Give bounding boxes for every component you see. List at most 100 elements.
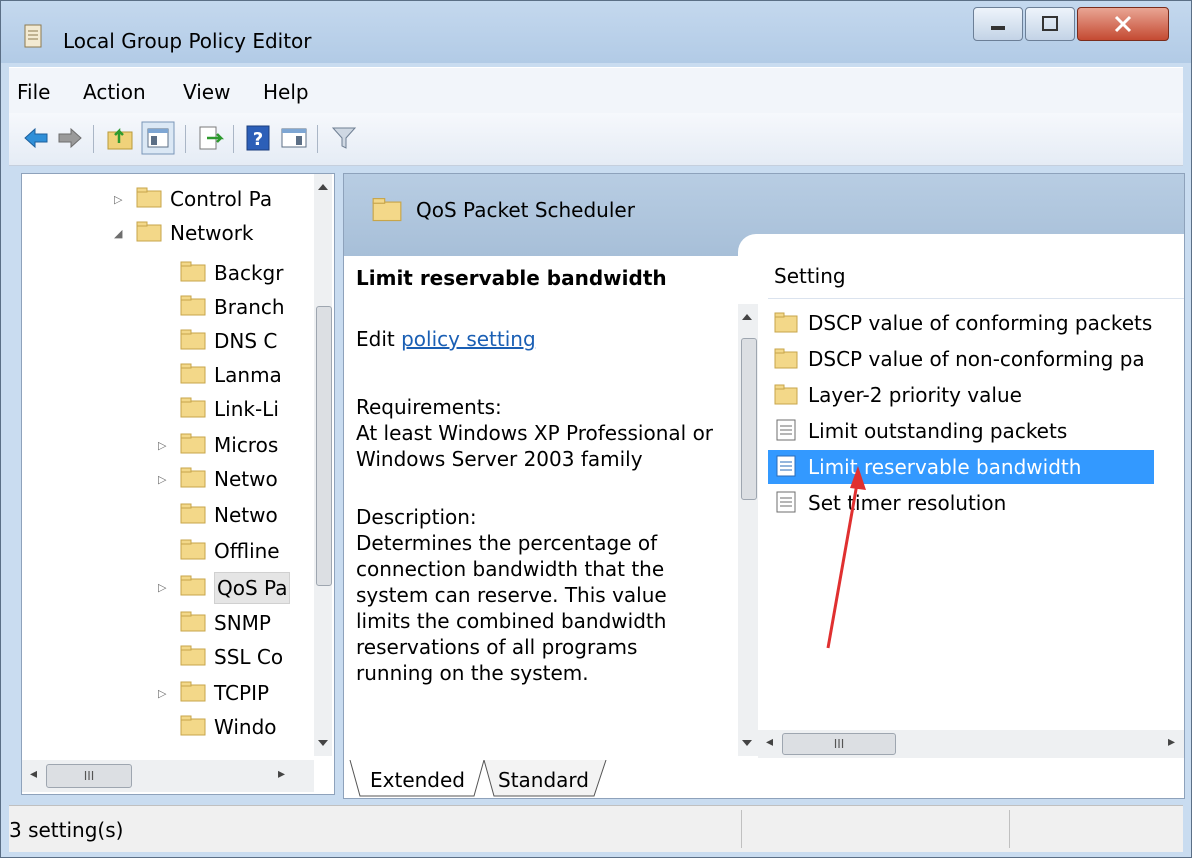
group-policy-editor-window: Local Group Policy Editor File Action Vi…: [0, 0, 1192, 858]
close-button[interactable]: [1077, 7, 1169, 41]
list-item-label: DSCP value of conforming packets: [808, 311, 1153, 335]
folder-icon: [180, 503, 206, 524]
show-hide-console-tree-icon[interactable]: [141, 121, 175, 155]
console-tree: ▷ Control Pa ◢ Network Backgr Branch DNS…: [21, 173, 335, 795]
tab-extended[interactable]: Extended: [370, 768, 465, 792]
expand-icon[interactable]: ▷: [158, 687, 166, 700]
folder-icon: [180, 681, 206, 702]
expand-icon[interactable]: ▷: [114, 193, 122, 206]
menu-file[interactable]: File: [17, 80, 50, 104]
policy-editor-icon: [24, 24, 42, 48]
status-divider: [741, 810, 742, 848]
help-icon[interactable]: ?: [243, 123, 273, 153]
tree-item-label: Control Pa: [170, 187, 273, 211]
forward-icon[interactable]: [55, 123, 85, 153]
toolbar-separator: [233, 125, 234, 153]
close-icon: [1114, 15, 1132, 33]
tree-item-label: TCPIP: [214, 681, 270, 705]
scroll-left-icon[interactable]: ◂: [30, 766, 37, 782]
policy-setting-icon: [776, 491, 796, 513]
tree-item-label: Link-Li: [214, 397, 279, 421]
tree-vertical-scrollbar[interactable]: [314, 174, 332, 756]
scroll-thumb[interactable]: III: [46, 764, 132, 788]
folder-icon: [180, 645, 206, 666]
tree-item-label: Netwo: [214, 503, 278, 527]
folder-icon: [180, 261, 206, 282]
back-icon[interactable]: [21, 123, 51, 153]
menu-view[interactable]: View: [183, 80, 230, 104]
tree-item-label: Micros: [214, 433, 279, 457]
minimize-button[interactable]: [973, 7, 1023, 41]
folder-icon: [180, 539, 206, 560]
menu-help[interactable]: Help: [263, 80, 309, 104]
folder-icon: [180, 397, 206, 418]
maximize-button[interactable]: [1025, 7, 1075, 41]
description-text: Determines the percentage of connection …: [356, 531, 667, 685]
folder-icon: [774, 348, 798, 369]
settings-list: Setting DSCP value of conforming packets…: [738, 234, 1184, 798]
folder-icon: [136, 187, 162, 208]
menu-bar: File Action View Help: [9, 67, 1183, 114]
status-text: 3 setting(s): [9, 818, 124, 842]
folder-icon: [180, 575, 206, 596]
folder-icon: [180, 329, 206, 350]
export-list-icon[interactable]: [195, 123, 225, 153]
tab-standard[interactable]: Standard: [498, 768, 589, 792]
maximize-icon: [1042, 16, 1058, 31]
scroll-down-icon[interactable]: [318, 740, 328, 746]
svg-text:?: ?: [253, 129, 263, 150]
tree-item-label: Network: [170, 221, 254, 245]
red-arrow-annotation: [826, 466, 866, 649]
scroll-right-icon[interactable]: ▸: [1168, 734, 1175, 750]
minimize-icon: [991, 26, 1005, 30]
show-hide-action-pane-icon[interactable]: [279, 123, 309, 153]
tree-item-label: Branch: [214, 295, 285, 319]
status-bar: 3 setting(s): [9, 805, 1183, 852]
policy-setting-icon: [776, 455, 796, 477]
up-folder-icon[interactable]: [105, 123, 135, 153]
folder-icon: [180, 467, 206, 488]
tree-item-label: SSL Co: [214, 645, 284, 669]
expand-icon[interactable]: ▷: [158, 581, 166, 594]
scroll-up-icon[interactable]: [742, 314, 752, 320]
tree-item-label: Windo: [214, 715, 277, 739]
scroll-down-icon[interactable]: [742, 740, 752, 746]
requirements-label: Requirements:: [356, 395, 502, 419]
selected-setting-name: Limit reservable bandwidth: [356, 266, 667, 290]
collapse-icon[interactable]: ◢: [114, 227, 122, 240]
list-horizontal-scrollbar[interactable]: ◂ III ▸: [758, 730, 1184, 758]
scroll-right-icon[interactable]: ▸: [278, 766, 285, 782]
scroll-left-icon[interactable]: ◂: [766, 734, 773, 750]
list-item-label: Limit outstanding packets: [808, 419, 1068, 443]
folder-icon: [180, 295, 206, 316]
toolbar-separator: [317, 125, 318, 153]
policy-setting-icon: [776, 419, 796, 441]
column-header-setting[interactable]: Setting: [774, 264, 846, 288]
scroll-thumb[interactable]: [316, 306, 332, 586]
folder-icon: [180, 715, 206, 736]
folder-icon: [774, 312, 798, 333]
policy-setting-link[interactable]: policy setting: [401, 327, 536, 351]
title-bar[interactable]: Local Group Policy Editor: [1, 1, 1191, 63]
tree-item-label: SNMP: [214, 611, 271, 635]
tree-item-label: QoS Pa: [214, 572, 291, 604]
toolbar-separator: [185, 125, 186, 153]
description-label: Description:: [356, 505, 477, 529]
folder-icon: [180, 611, 206, 632]
expand-icon[interactable]: ▷: [158, 473, 166, 486]
scroll-thumb[interactable]: [741, 338, 757, 500]
tree-item-label: Backgr: [214, 261, 284, 285]
expand-icon[interactable]: ▷: [158, 439, 166, 452]
tree-horizontal-scrollbar[interactable]: ◂ III ▸: [22, 760, 314, 792]
filter-icon[interactable]: [329, 123, 359, 153]
window-title: Local Group Policy Editor: [63, 29, 312, 53]
scroll-up-icon[interactable]: [318, 184, 328, 190]
status-divider: [1009, 810, 1010, 848]
list-item-label: DSCP value of non-conforming pa: [808, 347, 1145, 371]
list-vertical-scrollbar[interactable]: [738, 304, 758, 756]
folder-icon: [372, 198, 402, 222]
tree-item-label: Netwo: [214, 467, 278, 491]
scroll-thumb[interactable]: III: [782, 733, 896, 755]
menu-action[interactable]: Action: [83, 80, 146, 104]
folder-open-icon: [136, 221, 162, 242]
